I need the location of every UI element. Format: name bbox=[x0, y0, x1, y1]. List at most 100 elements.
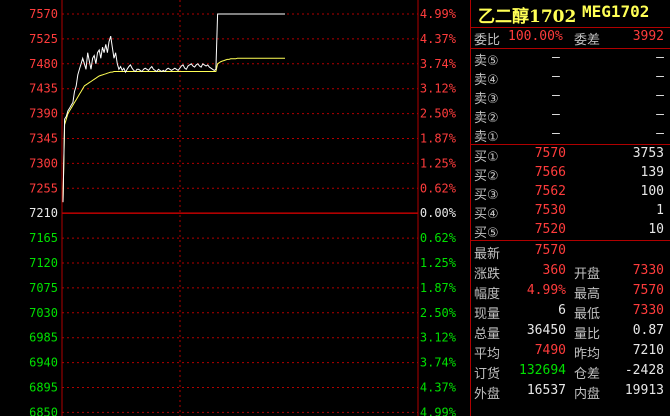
stat-label: 现量 bbox=[474, 307, 501, 322]
pct-tick-label: 0.00% bbox=[420, 206, 457, 220]
pct-tick-label: 1.87% bbox=[420, 281, 457, 295]
price-tick-label: 6985 bbox=[29, 331, 58, 345]
stat-value: 7210 bbox=[632, 343, 664, 358]
pct-tick-label: 1.25% bbox=[420, 156, 457, 170]
stat-label: 量比 bbox=[574, 327, 601, 342]
stat-value: 360 bbox=[542, 263, 566, 278]
stat-value: 19913 bbox=[624, 383, 664, 398]
buy-volume: 10 bbox=[648, 222, 664, 237]
stat-value: 7330 bbox=[632, 303, 664, 318]
buy-level-label: 买② bbox=[474, 169, 499, 184]
buy-price: 7530 bbox=[534, 203, 566, 218]
sell-row: 卖② — — bbox=[470, 106, 670, 126]
contract-name: 乙二醇1702 bbox=[478, 7, 577, 27]
buy-price: 7570 bbox=[534, 146, 566, 161]
buy-price: 7520 bbox=[534, 222, 566, 237]
pct-tick-label: 3.74% bbox=[420, 57, 457, 71]
stat-row: 现量 6 最低 7330 bbox=[470, 302, 670, 322]
stat-label: 总量 bbox=[474, 327, 501, 342]
pct-tick-label: 1.87% bbox=[420, 132, 457, 146]
intraday-chart[interactable]: 7570 4.99% 7525 4.37% 7480 3.74% 7435 3.12% 7390… bbox=[0, 0, 470, 416]
stats-divider bbox=[470, 240, 670, 241]
pct-tick-label: 4.99% bbox=[420, 7, 457, 21]
stat-value: 16537 bbox=[526, 383, 566, 398]
contract-code: MEG1702 bbox=[582, 2, 650, 21]
pct-tick-label: 4.37% bbox=[420, 32, 457, 46]
price-tick-label: 7390 bbox=[29, 107, 58, 121]
buy-level-label: 买⑤ bbox=[474, 226, 499, 241]
pct-tick-label: 3.74% bbox=[420, 356, 457, 370]
sell-price: — bbox=[552, 126, 560, 141]
stat-label: 开盘 bbox=[574, 267, 601, 282]
sell-volume: — bbox=[656, 107, 664, 122]
sell-level-label: 卖② bbox=[474, 111, 499, 126]
price-tick-label: 7165 bbox=[29, 231, 58, 245]
stat-label: 外盘 bbox=[474, 387, 501, 402]
stat-value: 0.87 bbox=[632, 323, 664, 338]
sell-volume: — bbox=[656, 69, 664, 84]
buy-price: 7566 bbox=[534, 165, 566, 180]
stat-value: -2428 bbox=[624, 363, 664, 378]
price-tick-label: 6940 bbox=[29, 356, 58, 370]
sell-row: 卖① — — bbox=[470, 125, 670, 145]
stat-label: 涨跌 bbox=[474, 267, 501, 282]
sell-price: — bbox=[552, 107, 560, 122]
buy-level-label: 买④ bbox=[474, 207, 499, 222]
sell-price: — bbox=[552, 69, 560, 84]
stat-value: 4.99% bbox=[526, 283, 566, 298]
sell-volume: — bbox=[656, 50, 664, 65]
stat-label: 最新 bbox=[474, 247, 501, 262]
pct-tick-label: 0.62% bbox=[420, 181, 457, 195]
sell-volume: — bbox=[656, 126, 664, 141]
sell-row: 卖⑤ — — bbox=[470, 49, 670, 69]
buy-row: 买④ 7530 1 bbox=[470, 202, 670, 222]
pct-tick-label: 2.50% bbox=[420, 306, 457, 320]
stat-value: 132694 bbox=[519, 363, 566, 378]
stat-label: 最高 bbox=[574, 287, 601, 302]
price-tick-label: 7255 bbox=[29, 181, 58, 195]
buy-row: 买③ 7562 100 bbox=[470, 183, 670, 203]
sell-level-label: 卖④ bbox=[474, 73, 499, 88]
stat-label: 最低 bbox=[574, 307, 601, 322]
pct-tick-label: 1.25% bbox=[420, 256, 457, 270]
weicha-value: 3992 bbox=[632, 29, 664, 44]
price-tick-label: 7525 bbox=[29, 32, 58, 46]
pct-tick-label: 3.12% bbox=[420, 331, 457, 345]
price-tick-label: 7120 bbox=[29, 256, 58, 270]
pct-tick-label: 3.12% bbox=[420, 82, 457, 96]
sell-volume: — bbox=[656, 88, 664, 103]
sell-price: — bbox=[552, 50, 560, 65]
price-tick-label: 6850 bbox=[29, 405, 58, 416]
stat-label: 幅度 bbox=[474, 287, 501, 302]
price-line bbox=[62, 13, 285, 203]
stat-row: 涨跌 360 开盘 7330 bbox=[470, 262, 670, 282]
stat-value: 6 bbox=[558, 303, 566, 318]
buy-volume: 3753 bbox=[632, 146, 664, 161]
pct-tick-label: 4.37% bbox=[420, 381, 457, 395]
buy-row: 买① 7570 3753 bbox=[470, 145, 670, 165]
weicha-label: 委差 bbox=[574, 33, 601, 48]
buy-volume: 139 bbox=[640, 165, 664, 180]
stat-label: 内盘 bbox=[574, 387, 601, 402]
stat-label: 平均 bbox=[474, 347, 501, 362]
stat-label: 昨均 bbox=[574, 347, 601, 362]
pct-tick-label: 4.99% bbox=[420, 405, 457, 416]
sell-row: 卖④ — — bbox=[470, 68, 670, 88]
stat-value: 36450 bbox=[526, 323, 566, 338]
stat-row: 平均 7490 昨均 7210 bbox=[470, 342, 670, 362]
stat-value: 7490 bbox=[534, 343, 566, 358]
stat-label: 订货 bbox=[474, 367, 501, 382]
price-tick-label: 7435 bbox=[29, 82, 58, 96]
buy-row: 买⑤ 7520 10 bbox=[470, 221, 670, 241]
price-tick-label: 6895 bbox=[29, 381, 58, 395]
price-tick-label: 7480 bbox=[29, 57, 58, 71]
price-tick-label: 7030 bbox=[29, 306, 58, 320]
sell-level-label: 卖③ bbox=[474, 92, 499, 107]
price-tick-label: 7345 bbox=[29, 132, 58, 146]
stat-value: 7570 bbox=[632, 283, 664, 298]
stat-row: 最新 7570 bbox=[470, 242, 670, 262]
price-tick-label: 7300 bbox=[29, 156, 58, 170]
stat-label: 仓差 bbox=[574, 367, 601, 382]
buy-level-label: 买① bbox=[474, 150, 499, 165]
weibi-value: 100.00% bbox=[508, 29, 563, 44]
